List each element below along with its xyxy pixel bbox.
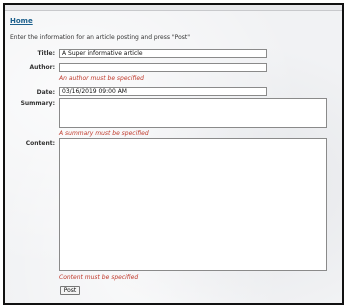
summary-label: Summary: [20, 100, 55, 107]
top-bar [5, 5, 342, 11]
author-error: An author must be specified [59, 75, 144, 82]
date-label: Date: [36, 89, 55, 96]
title-field[interactable] [59, 49, 267, 58]
page-frame: Home Enter the information for an articl… [3, 3, 344, 305]
home-link[interactable]: Home [10, 17, 33, 25]
date-field[interactable] [59, 87, 267, 96]
author-label: Author: [29, 64, 55, 71]
summary-textarea[interactable] [59, 98, 327, 128]
intro-text: Enter the information for an article pos… [10, 34, 190, 41]
content-label: Content: [25, 140, 55, 147]
summary-error: A summary must be specified [59, 130, 149, 137]
post-button[interactable]: Post [60, 286, 80, 295]
content-textarea[interactable] [59, 138, 327, 271]
content-error: Content must be specified [59, 274, 139, 281]
author-field[interactable] [59, 63, 267, 72]
title-label: Title: [37, 50, 55, 57]
